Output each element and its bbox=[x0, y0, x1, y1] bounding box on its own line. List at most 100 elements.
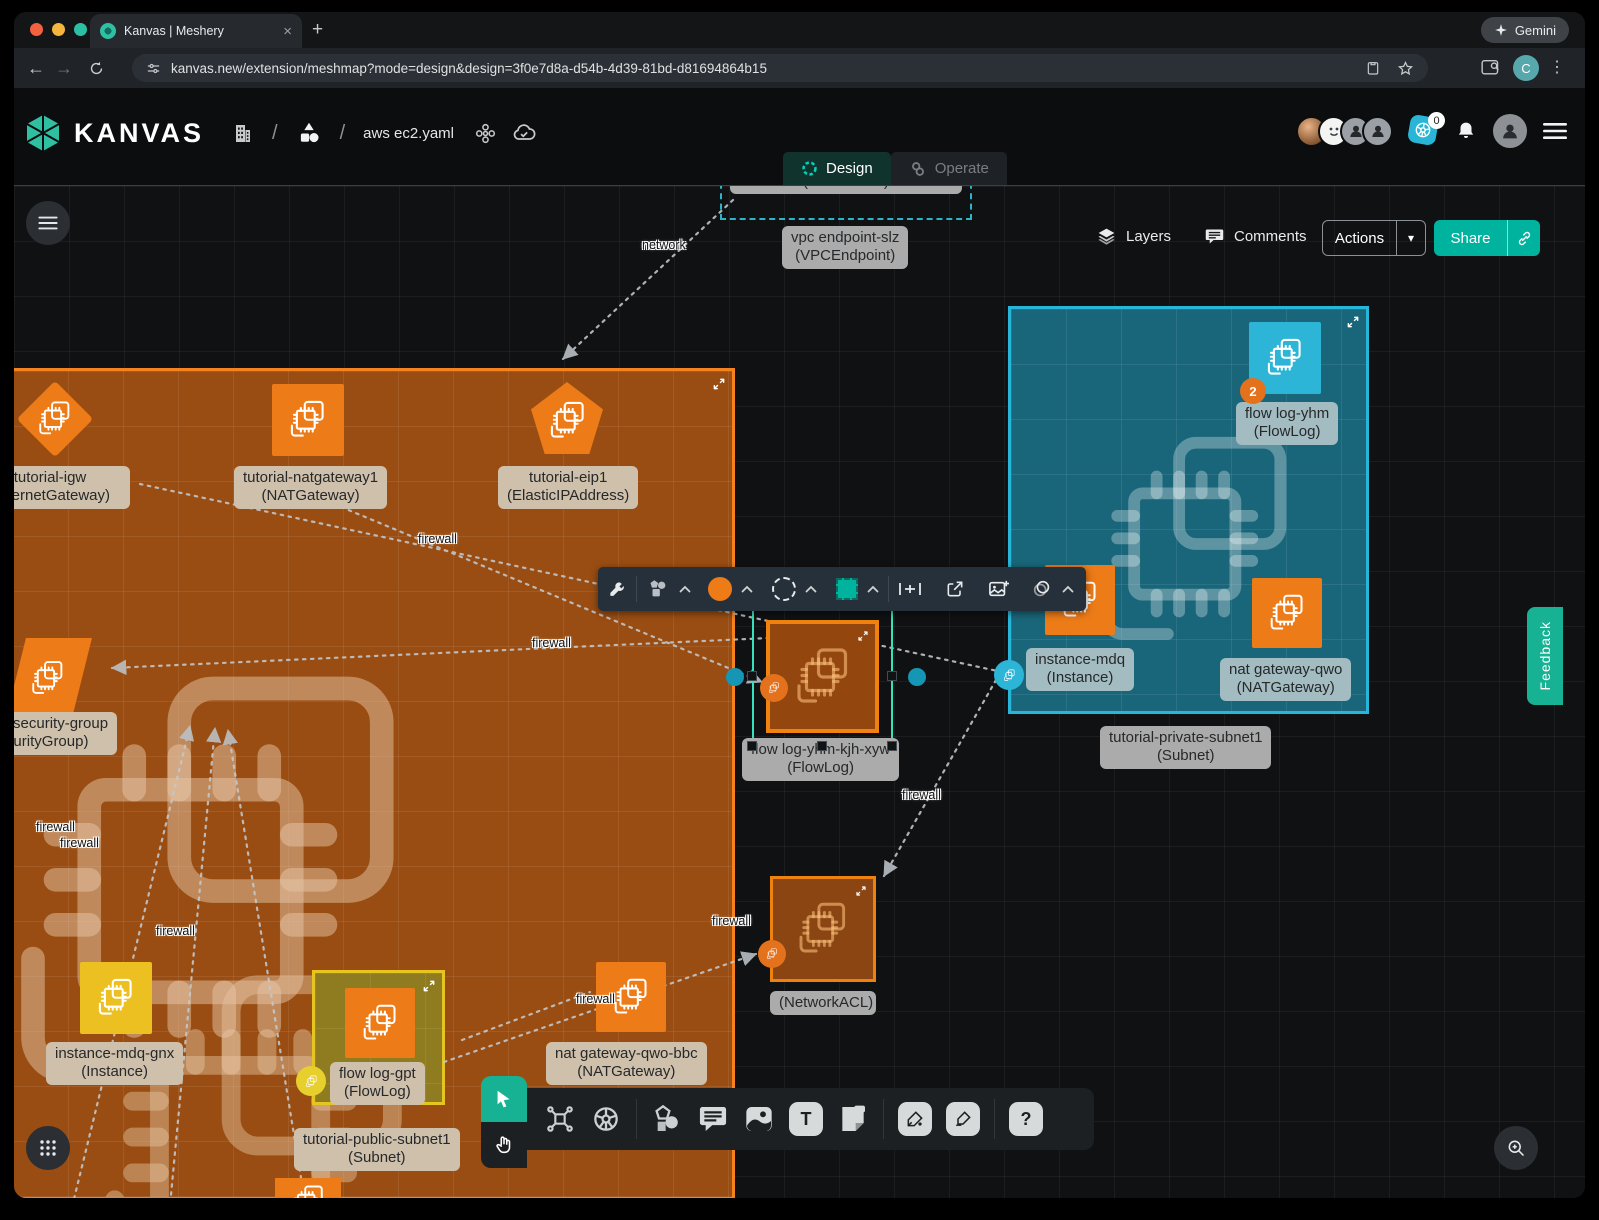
node-instance-mdq-gnx[interactable] bbox=[80, 962, 152, 1034]
shape-fill-swatch[interactable] bbox=[836, 578, 858, 600]
open-external-icon[interactable] bbox=[945, 579, 965, 599]
collapse-node-icon[interactable] bbox=[857, 630, 869, 642]
designs-icon[interactable] bbox=[296, 120, 322, 146]
gemini-button[interactable]: Gemini bbox=[1481, 17, 1569, 43]
resize-handle[interactable] bbox=[887, 741, 897, 751]
bookmark-star-icon[interactable] bbox=[1397, 60, 1414, 77]
browser-profile-avatar[interactable]: C bbox=[1513, 55, 1539, 81]
media-tool-icon[interactable] bbox=[743, 1103, 775, 1135]
node-flow-log-gpt[interactable] bbox=[345, 988, 415, 1058]
node-label-flow-log-yhm[interactable]: flow log-yhm(FlowLog) bbox=[1236, 402, 1338, 445]
traffic-close-button[interactable] bbox=[30, 23, 43, 36]
edge-label-firewall[interactable]: firewall bbox=[712, 914, 751, 928]
traffic-minimize-button[interactable] bbox=[52, 23, 65, 36]
canvas-menu-button[interactable] bbox=[26, 201, 70, 245]
kubernetes-context-switcher[interactable]: 0 bbox=[1409, 116, 1439, 146]
node-label-network-acl[interactable]: (NetworkACL) bbox=[770, 991, 876, 1015]
edge-label-firewall[interactable]: firewall bbox=[36, 820, 75, 834]
edge-label-firewall[interactable]: firewall bbox=[576, 992, 615, 1006]
edge-label-network[interactable]: network bbox=[642, 238, 686, 252]
kubernetes-tool-icon[interactable] bbox=[590, 1103, 622, 1135]
node-network-acl[interactable] bbox=[770, 876, 876, 982]
comments-button[interactable]: Comments bbox=[1204, 226, 1307, 247]
new-tab-button[interactable]: + bbox=[312, 19, 323, 41]
edge-handle-left[interactable] bbox=[726, 668, 744, 686]
shapes-tool-icon[interactable] bbox=[651, 1103, 683, 1135]
feedback-tab[interactable]: Feedback bbox=[1527, 607, 1563, 705]
actions-caret-icon[interactable]: ▾ bbox=[1397, 231, 1425, 245]
resize-handle[interactable] bbox=[747, 741, 757, 751]
select-tool-button[interactable] bbox=[481, 1076, 527, 1122]
shapes-menu-icon[interactable] bbox=[646, 578, 670, 600]
resize-handle[interactable] bbox=[747, 671, 757, 681]
zoom-in-button[interactable] bbox=[1494, 1126, 1538, 1170]
layers-button[interactable]: Layers bbox=[1096, 226, 1171, 247]
freehand-draw-tool-button[interactable] bbox=[946, 1102, 980, 1136]
components-tool-icon[interactable] bbox=[544, 1103, 576, 1135]
collapse-node-icon[interactable] bbox=[855, 885, 867, 897]
node-label-nat-gateway-qwo[interactable]: nat gateway-qwo(NATGateway) bbox=[1220, 658, 1351, 701]
chevron-up-icon[interactable] bbox=[805, 585, 817, 593]
configure-wrench-icon[interactable] bbox=[608, 580, 627, 599]
browser-tab[interactable]: Kanvas | Meshery × bbox=[90, 14, 302, 48]
design-canvas[interactable]: Layers Comments Actions ▾ Share (RouteTa… bbox=[14, 186, 1585, 1198]
subnet-edge-badge[interactable] bbox=[994, 660, 1024, 690]
edge-label-firewall[interactable]: firewall bbox=[156, 924, 195, 938]
site-settings-icon[interactable] bbox=[146, 61, 161, 76]
node-label-eip1[interactable]: tutorial-eip1(ElasticIPAddress) bbox=[498, 466, 638, 509]
node-clipped-bottom[interactable] bbox=[275, 1178, 341, 1198]
resize-handle[interactable] bbox=[817, 741, 827, 751]
flow-log-selected-badge[interactable] bbox=[760, 674, 788, 702]
chevron-up-icon[interactable] bbox=[1062, 585, 1074, 593]
add-image-icon[interactable] bbox=[988, 579, 1010, 599]
node-label-nat-gateway-qwo-bbc[interactable]: nat gateway-qwo-bbc(NATGateway) bbox=[546, 1042, 707, 1085]
back-button[interactable]: ← bbox=[22, 58, 50, 79]
edge-label-firewall[interactable]: firewall bbox=[418, 532, 457, 546]
share-link-icon[interactable] bbox=[1508, 230, 1540, 247]
network-acl-badge[interactable] bbox=[758, 940, 786, 968]
meshsync-icon[interactable] bbox=[474, 122, 497, 145]
rename-text-icon[interactable] bbox=[898, 579, 922, 599]
tab-operate[interactable]: Operate bbox=[891, 152, 1007, 185]
node-eip1[interactable] bbox=[531, 382, 603, 454]
text-tool-button[interactable]: T bbox=[789, 1102, 823, 1136]
design-file-name[interactable]: aws ec2.yaml bbox=[363, 125, 454, 142]
node-security-group[interactable] bbox=[16, 638, 82, 718]
edge-label-firewall[interactable]: firewall bbox=[902, 788, 941, 802]
header-menu-icon[interactable] bbox=[1543, 121, 1567, 141]
forward-button[interactable]: → bbox=[50, 58, 78, 79]
note-tool-icon[interactable] bbox=[837, 1103, 869, 1135]
node-label-natgateway1[interactable]: tutorial-natgateway1(NATGateway) bbox=[234, 466, 387, 509]
chevron-up-icon[interactable] bbox=[679, 585, 691, 593]
chevron-up-icon[interactable] bbox=[867, 585, 879, 593]
browser-menu-icon[interactable]: ⋮ bbox=[1549, 57, 1565, 77]
node-label-public-subnet1[interactable]: tutorial-public-subnet1(Subnet) bbox=[294, 1128, 460, 1171]
address-bar[interactable]: kanvas.new/extension/meshmap?mode=design… bbox=[132, 54, 1428, 82]
node-nat-gateway-qwo[interactable] bbox=[1252, 578, 1322, 648]
collaborator-avatar[interactable] bbox=[1362, 116, 1393, 147]
account-avatar[interactable] bbox=[1493, 114, 1527, 148]
node-label-vpc-endpoint[interactable]: vpc endpoint-slz(VPCEndpoint) bbox=[782, 226, 908, 269]
organization-icon[interactable] bbox=[230, 121, 254, 145]
node-label-instance-mdq-gnx[interactable]: instance-mdq-gnx(Instance) bbox=[46, 1042, 183, 1085]
node-internet-gateway[interactable] bbox=[22, 386, 88, 452]
node-label-flow-log-gpt[interactable]: flow log-gpt(FlowLog) bbox=[330, 1062, 425, 1105]
save-icon[interactable] bbox=[1365, 60, 1381, 76]
node-label-private-subnet1[interactable]: tutorial-private-subnet1(Subnet) bbox=[1100, 726, 1271, 769]
notifications-bell-icon[interactable] bbox=[1455, 119, 1477, 143]
group-lasso-icon[interactable] bbox=[1031, 578, 1053, 600]
edge-label-firewall[interactable]: firewall bbox=[60, 836, 99, 850]
comment-tool-icon[interactable] bbox=[697, 1103, 729, 1135]
node-label-instance-mdq[interactable]: instance-mdq(Instance) bbox=[1026, 648, 1134, 691]
pan-tool-button[interactable] bbox=[481, 1122, 527, 1168]
tab-search-icon[interactable] bbox=[1481, 59, 1501, 77]
node-label-route-table[interactable]: (RouteTable) bbox=[730, 186, 962, 194]
edge-handle-right[interactable] bbox=[908, 668, 926, 686]
help-button[interactable]: ? bbox=[1009, 1102, 1043, 1136]
reload-button[interactable] bbox=[88, 60, 105, 77]
flow-log-gpt-badge[interactable] bbox=[296, 1066, 326, 1096]
edge-pen-tool-button[interactable] bbox=[898, 1102, 932, 1136]
tab-close-icon[interactable]: × bbox=[283, 23, 292, 40]
tab-design[interactable]: Design bbox=[783, 152, 891, 185]
node-natgateway1[interactable] bbox=[272, 384, 344, 456]
